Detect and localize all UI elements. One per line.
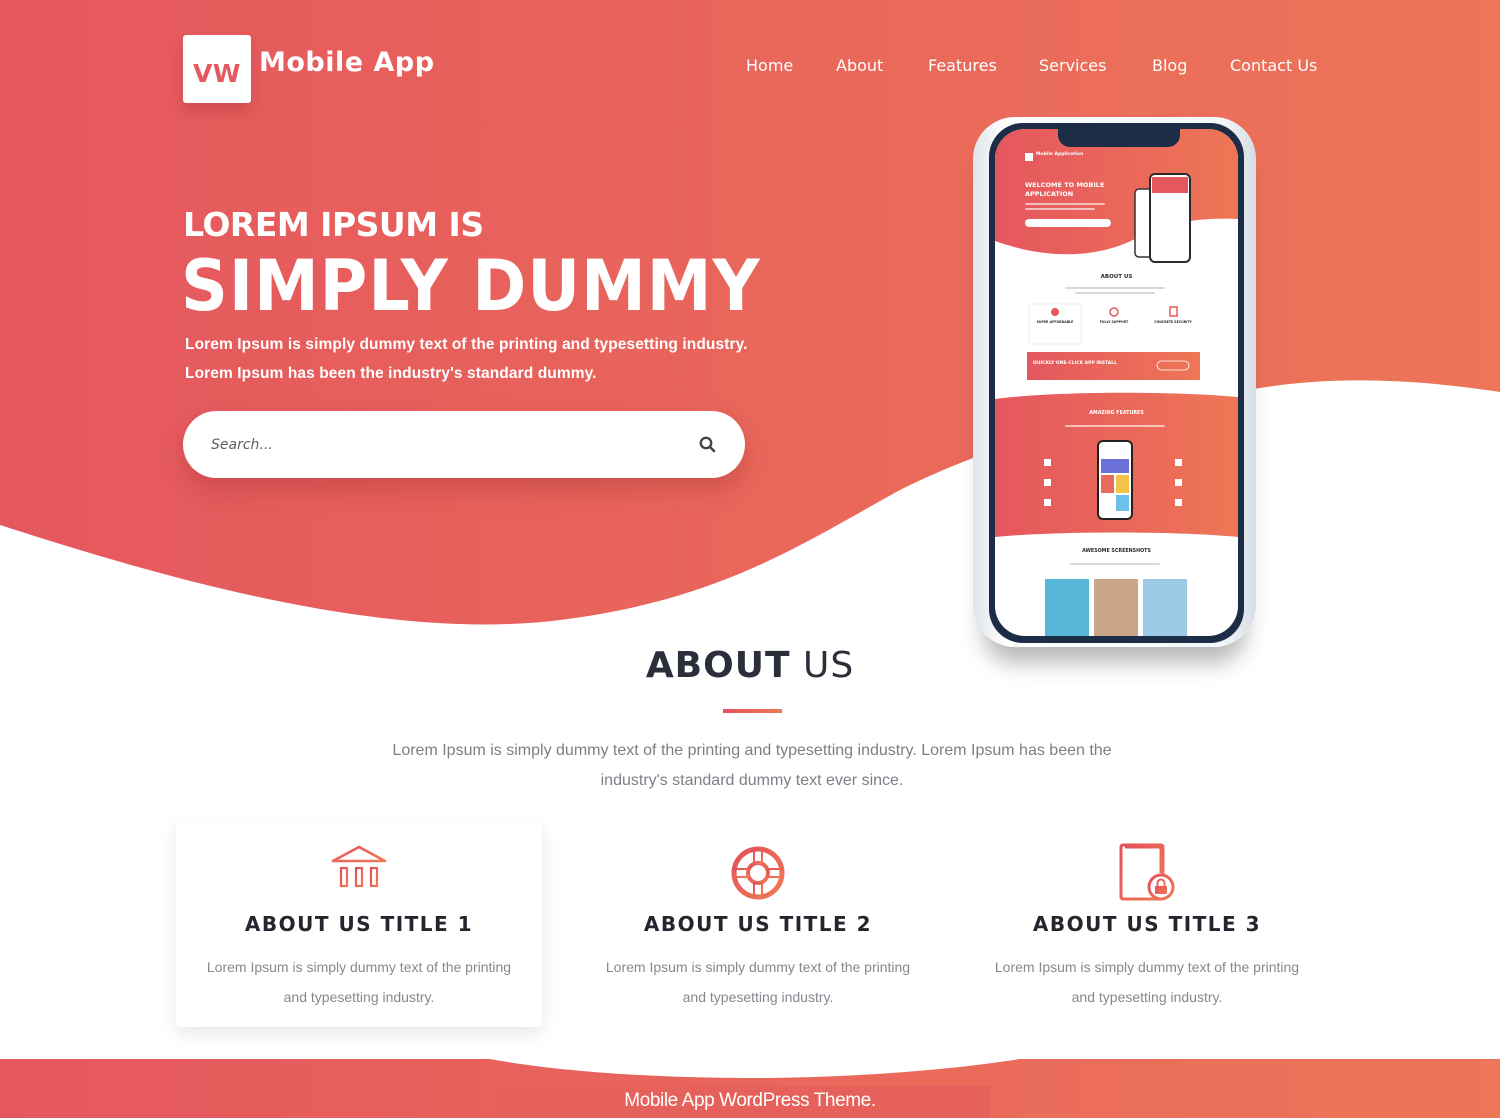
preview-about-item-1: SUPER AFFORDABLE	[1036, 320, 1074, 324]
preview-about-item-3: CONCRETE SECURITY	[1154, 320, 1192, 324]
phone-screen-preview: Mobile Application WELCOME TO MOBILE APP…	[995, 129, 1238, 636]
nav-services[interactable]: Services	[1039, 56, 1106, 75]
preview-about-title: ABOUT US	[1100, 274, 1133, 280]
hero-subtitle-line-2: Lorem Ipsum has been the industry's stan…	[185, 365, 597, 382]
about-card-text: Lorem Ipsum is simply dummy text of the …	[994, 959, 1300, 1005]
search-bar	[183, 411, 745, 478]
search-button[interactable]	[697, 434, 719, 456]
about-card-1[interactable]: ABOUT US TITLE 1 Lorem Ipsum is simply d…	[176, 823, 542, 1027]
phone-notch	[1058, 129, 1180, 147]
logo-text[interactable]: Mobile App	[259, 47, 435, 78]
preview-screenshots-title: AWESOME SCREENSHOTS	[1082, 549, 1151, 554]
preview-hero-title-line-2: APPLICATION	[1025, 190, 1074, 198]
about-card-2[interactable]: ABOUT US TITLE 2 Lorem Ipsum is simply d…	[575, 823, 941, 1027]
preview-install-banner: QUICKLY ONE-CLICK APP INSTALL	[1033, 361, 1117, 366]
about-description: Lorem Ipsum is simply dummy text of the …	[392, 742, 1112, 789]
preview-about-item-2: FULLY SUPPORT	[1099, 320, 1129, 324]
hero-title: SIMPLY DUMMY	[181, 245, 761, 327]
about-title-underline	[723, 709, 782, 713]
about-card-title: ABOUT US TITLE 2	[643, 912, 873, 936]
nav-contact-us[interactable]: Contact Us	[1230, 56, 1317, 75]
logo-mark[interactable]: VW	[183, 35, 251, 103]
hero-subtitle-line-1: Lorem Ipsum is simply dummy text of the …	[185, 336, 748, 353]
search-input[interactable]	[211, 431, 671, 459]
nav-features[interactable]: Features	[928, 56, 997, 75]
preview-hero-title-line-1: WELCOME TO MOBILE	[1025, 181, 1105, 189]
hero-kicker: LOREM IPSUM IS	[183, 205, 484, 244]
about-card-text: Lorem Ipsum is simply dummy text of the …	[206, 959, 512, 1005]
about-title-bold: ABOUT	[645, 645, 791, 686]
bank-building-icon	[331, 845, 387, 898]
document-lock-icon	[1119, 843, 1175, 901]
footer-copyright-text: Mobile App WordPress Theme.	[624, 1090, 876, 1111]
preview-brand: Mobile Application	[1036, 152, 1084, 157]
lifebuoy-support-icon	[731, 846, 785, 900]
nav-blog[interactable]: Blog	[1152, 56, 1187, 75]
about-card-3[interactable]: ABOUT US TITLE 3 Lorem Ipsum is simply d…	[964, 823, 1330, 1027]
about-section-title: ABOUT US	[0, 645, 1500, 686]
about-card-title: ABOUT US TITLE 1	[244, 912, 474, 936]
search-icon	[699, 436, 716, 453]
about-title-light: US	[802, 645, 855, 686]
nav-about[interactable]: About	[836, 56, 883, 75]
phone-mockup: Mobile Application WELCOME TO MOBILE APP…	[973, 117, 1256, 647]
nav-home[interactable]: Home	[746, 56, 793, 75]
preview-features-title: AMAZING FEATURES	[1089, 411, 1144, 416]
phone-preview-background	[995, 129, 1238, 636]
about-card-title: ABOUT US TITLE 3	[1032, 912, 1262, 936]
about-card-text: Lorem Ipsum is simply dummy text of the …	[605, 959, 911, 1005]
